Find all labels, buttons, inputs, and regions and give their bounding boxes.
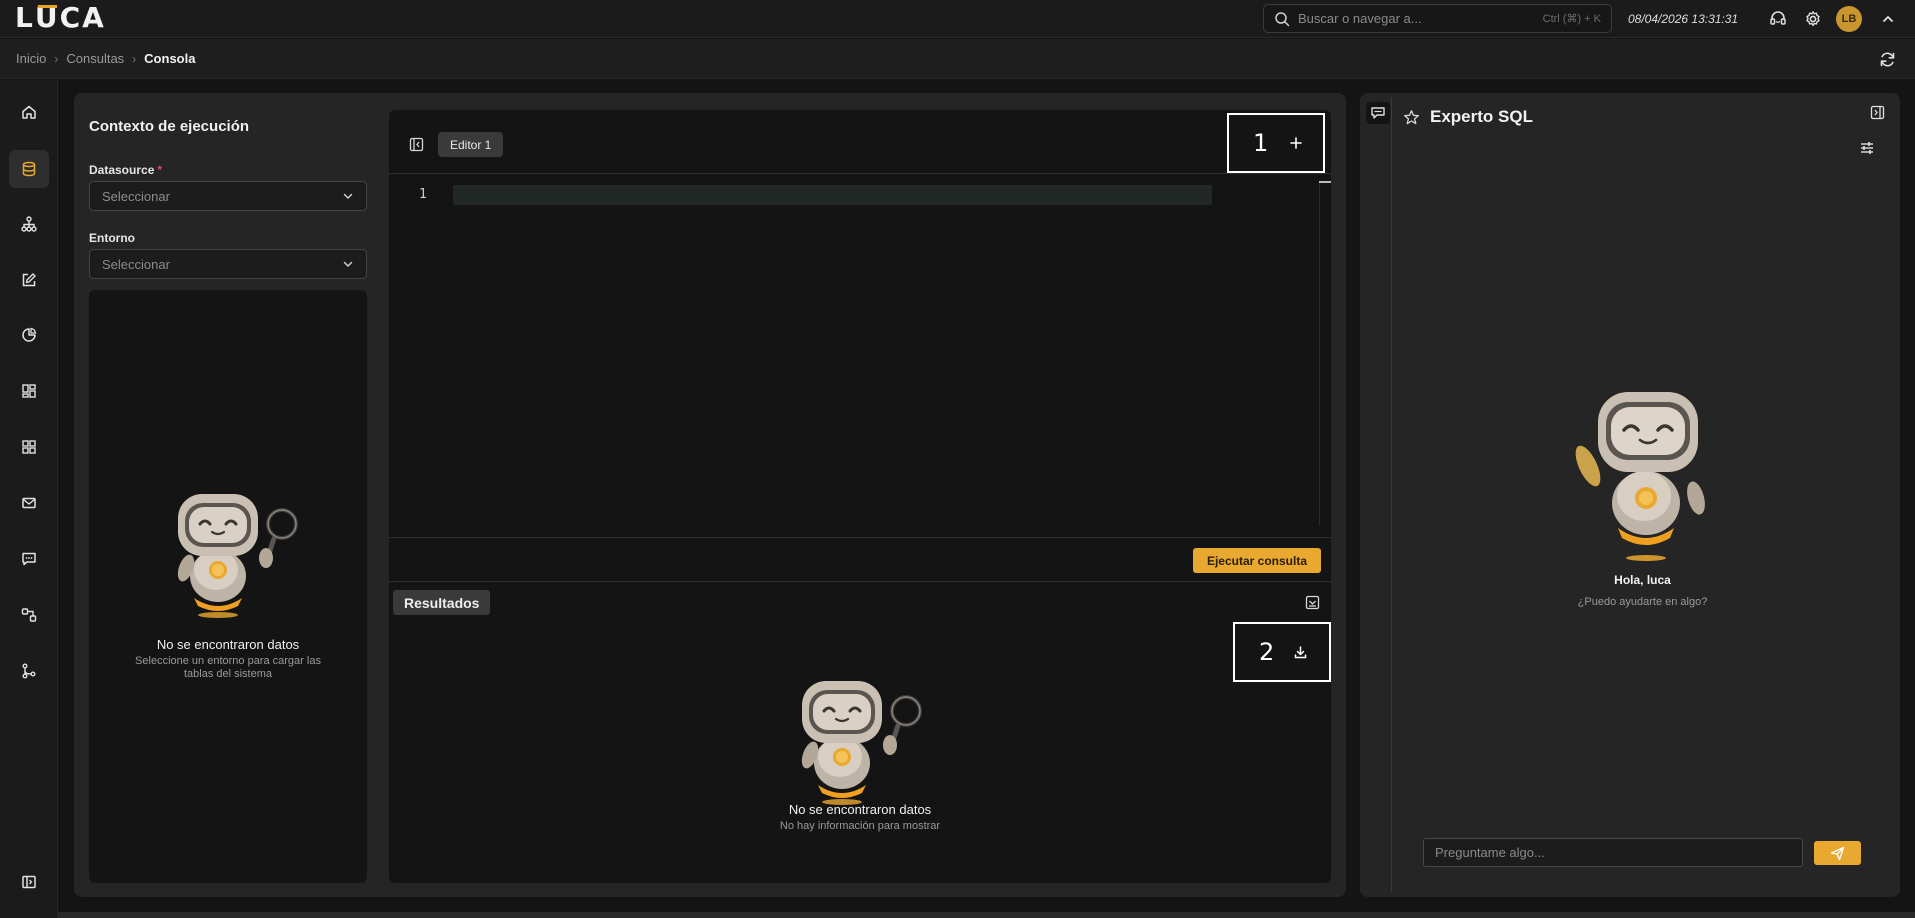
marker-number: 1 (1253, 129, 1269, 157)
nav-hierarchy[interactable] (9, 205, 49, 243)
layout-icon (21, 383, 37, 399)
user-avatar[interactable]: LB (1836, 6, 1862, 32)
datetime-display: 08/04/2026 13:31:31 (1628, 12, 1739, 26)
breadcrumb-bar: Inicio › Consultas › Consola (0, 39, 1915, 79)
chat-icon (21, 551, 37, 567)
pie-chart-icon (21, 327, 37, 343)
nav-messages[interactable] (9, 540, 49, 578)
annotation-marker-1: 1 (1227, 113, 1325, 173)
robot-mascot-illustration (158, 490, 298, 620)
mail-icon (21, 495, 37, 511)
bottom-scrollbar[interactable] (58, 912, 1915, 918)
refresh-icon[interactable] (1877, 49, 1897, 69)
assistant-side-strip (1364, 97, 1392, 892)
code-line-active[interactable] (453, 185, 1212, 205)
app-logo[interactable]: LUCA (15, 3, 106, 33)
run-query-button[interactable]: Ejecutar consulta (1192, 548, 1321, 573)
support-icon[interactable] (1768, 9, 1788, 29)
home-icon (21, 104, 37, 120)
empty-title: No se encontraron datos (156, 637, 300, 652)
nav-sidebar-toggle[interactable] (9, 863, 49, 901)
send-icon (1830, 846, 1845, 861)
nav-home[interactable] (9, 93, 49, 131)
chevron-right-icon: › (54, 51, 59, 66)
breadcrumb-item-consultas[interactable]: Consultas (66, 51, 124, 66)
nav-edit[interactable] (9, 261, 49, 299)
code-editor[interactable]: 1 (389, 175, 1331, 537)
results-tab[interactable]: Resultados (393, 590, 491, 615)
line-number: 1 (419, 187, 427, 202)
environment-select-value: Seleccionar (102, 256, 170, 272)
empty-subtitle: Seleccione un entorno para cargar las ta… (135, 655, 321, 680)
annotation-marker-2: 2 (1233, 622, 1331, 682)
nav-workflow[interactable] (9, 596, 49, 634)
search-icon (1274, 11, 1290, 27)
robot-mascot-illustration (782, 677, 922, 807)
greeting-subtitle: ¿Puedo ayudarte en algo? (1577, 596, 1708, 608)
star-icon[interactable] (1402, 108, 1420, 126)
assistant-chat-input[interactable] (1423, 838, 1803, 867)
assistant-title: Experto SQL (1430, 107, 1533, 126)
assistant-greeting: Hola, luca ¿Puedo ayudarte en algo? (1560, 573, 1725, 608)
download-icon[interactable] (1290, 642, 1310, 662)
send-message-button[interactable] (1814, 841, 1861, 865)
chevron-up-icon[interactable] (1878, 9, 1898, 29)
editor-scrollbar[interactable] (1319, 181, 1331, 526)
grid-icon (21, 439, 37, 455)
marker-number: 2 (1259, 638, 1275, 666)
edit-icon (21, 272, 37, 288)
top-bar: LUCA Ctrl (⌘) + K 08/04/2026 13:31:31 LB (0, 0, 1915, 38)
chevron-down-icon (342, 258, 354, 270)
breadcrumb-item-inicio[interactable]: Inicio (16, 51, 46, 66)
nav-layout[interactable] (9, 372, 49, 410)
results-empty-state: No se encontraron datos No hay informaci… (700, 802, 1020, 833)
minimize-results-icon[interactable] (1304, 594, 1320, 610)
chat-bubble-icon[interactable] (1366, 102, 1390, 124)
settings-sliders-icon[interactable] (1858, 139, 1876, 157)
breadcrumb-current: Consola (144, 51, 196, 66)
add-tab-icon[interactable] (1286, 133, 1306, 153)
run-bar: Ejecutar consulta (389, 537, 1331, 582)
gear-icon[interactable] (1803, 9, 1823, 29)
search-input[interactable] (1298, 11, 1543, 26)
chevron-right-icon: › (132, 51, 137, 66)
empty-title: No se encontraron datos (788, 802, 932, 817)
global-search[interactable]: Ctrl (⌘) + K (1263, 4, 1612, 33)
nav-analytics[interactable] (9, 316, 49, 354)
environment-select[interactable]: Seleccionar (89, 249, 367, 279)
database-icon (21, 161, 37, 177)
required-marker: * (157, 163, 163, 177)
datasource-select-value: Seleccionar (102, 188, 170, 204)
nav-mail[interactable] (9, 484, 49, 522)
tab-editor-1[interactable]: Editor 1 (438, 132, 504, 157)
search-shortcut-hint: Ctrl (⌘) + K (1542, 13, 1601, 25)
nav-git[interactable] (9, 652, 49, 690)
tables-empty-state: No se encontraron datos Seleccione un en… (89, 637, 367, 681)
empty-subtitle: No hay información para mostrar (779, 820, 941, 832)
hierarchy-icon (21, 216, 37, 232)
datasource-label: Datasource * (89, 163, 163, 177)
git-branch-icon (21, 663, 37, 679)
nav-database[interactable] (9, 150, 49, 188)
sidebar-toggle-icon (21, 874, 37, 890)
workflow-icon (21, 607, 37, 623)
context-title: Contexto de ejecución (89, 118, 250, 135)
breadcrumb: Inicio › Consultas › Consola (16, 51, 195, 66)
robot-waving-illustration (1566, 388, 1716, 563)
greeting-title: Hola, luca (1614, 573, 1671, 587)
collapse-assistant-icon[interactable] (1868, 103, 1886, 121)
editor-toolbar: Editor 1 1 (389, 110, 1331, 174)
environment-label: Entorno (89, 231, 135, 245)
nav-grid[interactable] (9, 428, 49, 466)
left-sidebar (0, 80, 58, 918)
collapse-panel-icon[interactable] (407, 135, 425, 153)
chevron-down-icon (342, 190, 354, 202)
datasource-select[interactable]: Seleccionar (89, 181, 367, 211)
